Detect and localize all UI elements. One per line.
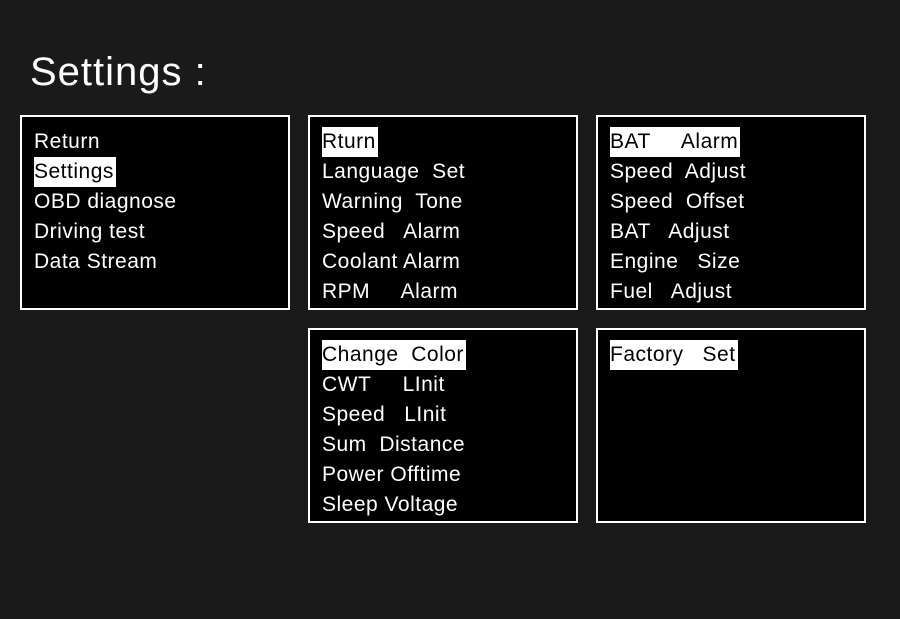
panel-settings-3: Change Color CWT LInit Speed LInit Sum D… [308, 328, 578, 523]
menu-item-fuel-adjust[interactable]: Fuel Adjust [598, 277, 864, 307]
panel-main-menu: Return Settings OBD diagnose Driving tes… [20, 115, 290, 310]
menu-item-return[interactable]: Return [22, 127, 288, 157]
menu-item-rturn[interactable]: Rturn [322, 127, 378, 157]
menu-item-speed-linit[interactable]: Speed LInit [310, 400, 576, 430]
menu-item-rpm-alarm[interactable]: RPM Alarm [310, 277, 576, 307]
menu-item-speed-adjust[interactable]: Speed Adjust [598, 157, 864, 187]
menu-item-speed-alarm[interactable]: Speed Alarm [310, 217, 576, 247]
menu-item-speed-offset[interactable]: Speed Offset [598, 187, 864, 217]
menu-item-coolant-alarm[interactable]: Coolant Alarm [310, 247, 576, 277]
panels-grid: Return Settings OBD diagnose Driving tes… [0, 115, 900, 523]
menu-item-data-stream[interactable]: Data Stream [22, 247, 288, 277]
panel-settings-1: Rturn Language Set Warning Tone Speed Al… [308, 115, 578, 310]
panel-settings-2: BAT Alarm Speed Adjust Speed Offset BAT … [596, 115, 866, 310]
menu-item-settings[interactable]: Settings [34, 157, 116, 187]
menu-item-obd-diagnose[interactable]: OBD diagnose [22, 187, 288, 217]
menu-item-factory-set[interactable]: Factory Set [610, 340, 738, 370]
menu-item-sum-distance[interactable]: Sum Distance [310, 430, 576, 460]
panel-settings-4: Factory Set [596, 328, 866, 523]
menu-item-driving-test[interactable]: Driving test [22, 217, 288, 247]
menu-item-cwt-linit[interactable]: CWT LInit [310, 370, 576, 400]
menu-item-power-offtime[interactable]: Power Offtime [310, 460, 576, 490]
menu-item-change-color[interactable]: Change Color [322, 340, 466, 370]
menu-item-bat-alarm[interactable]: BAT Alarm [610, 127, 740, 157]
menu-item-language-set[interactable]: Language Set [310, 157, 576, 187]
menu-item-bat-adjust[interactable]: BAT Adjust [598, 217, 864, 247]
menu-item-warning-tone[interactable]: Warning Tone [310, 187, 576, 217]
menu-item-engine-size[interactable]: Engine Size [598, 247, 864, 277]
menu-item-sleep-voltage[interactable]: Sleep Voltage [310, 490, 576, 520]
page-title: Settings : [0, 0, 900, 115]
